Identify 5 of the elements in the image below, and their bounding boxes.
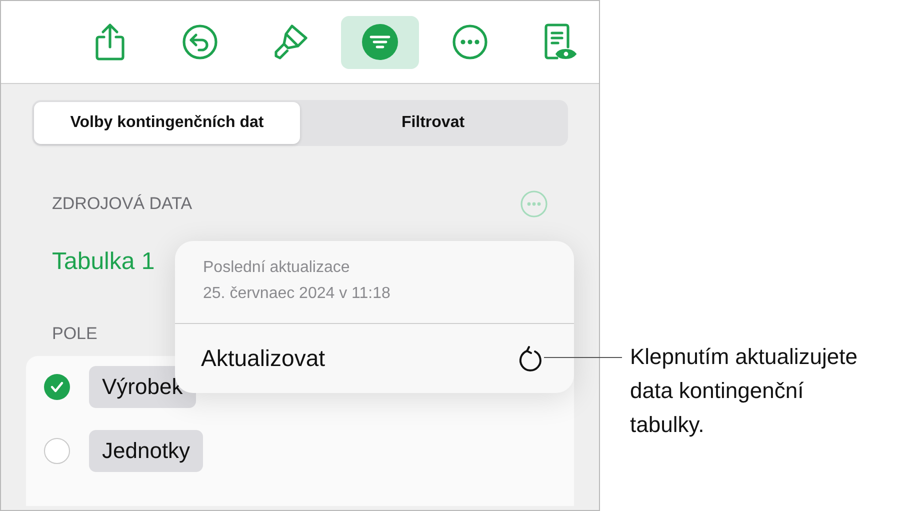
section-title: ZDROJOVÁ DATA — [52, 194, 192, 214]
callout-text: Klepnutím aktualizujete data kontingenční tabulky. — [630, 343, 858, 439]
update-date: 25. červnaec 2024 v 11:18 — [203, 285, 392, 303]
section-title: POLE — [52, 324, 98, 344]
popover-caption: Poslední aktualizace — [203, 259, 351, 277]
